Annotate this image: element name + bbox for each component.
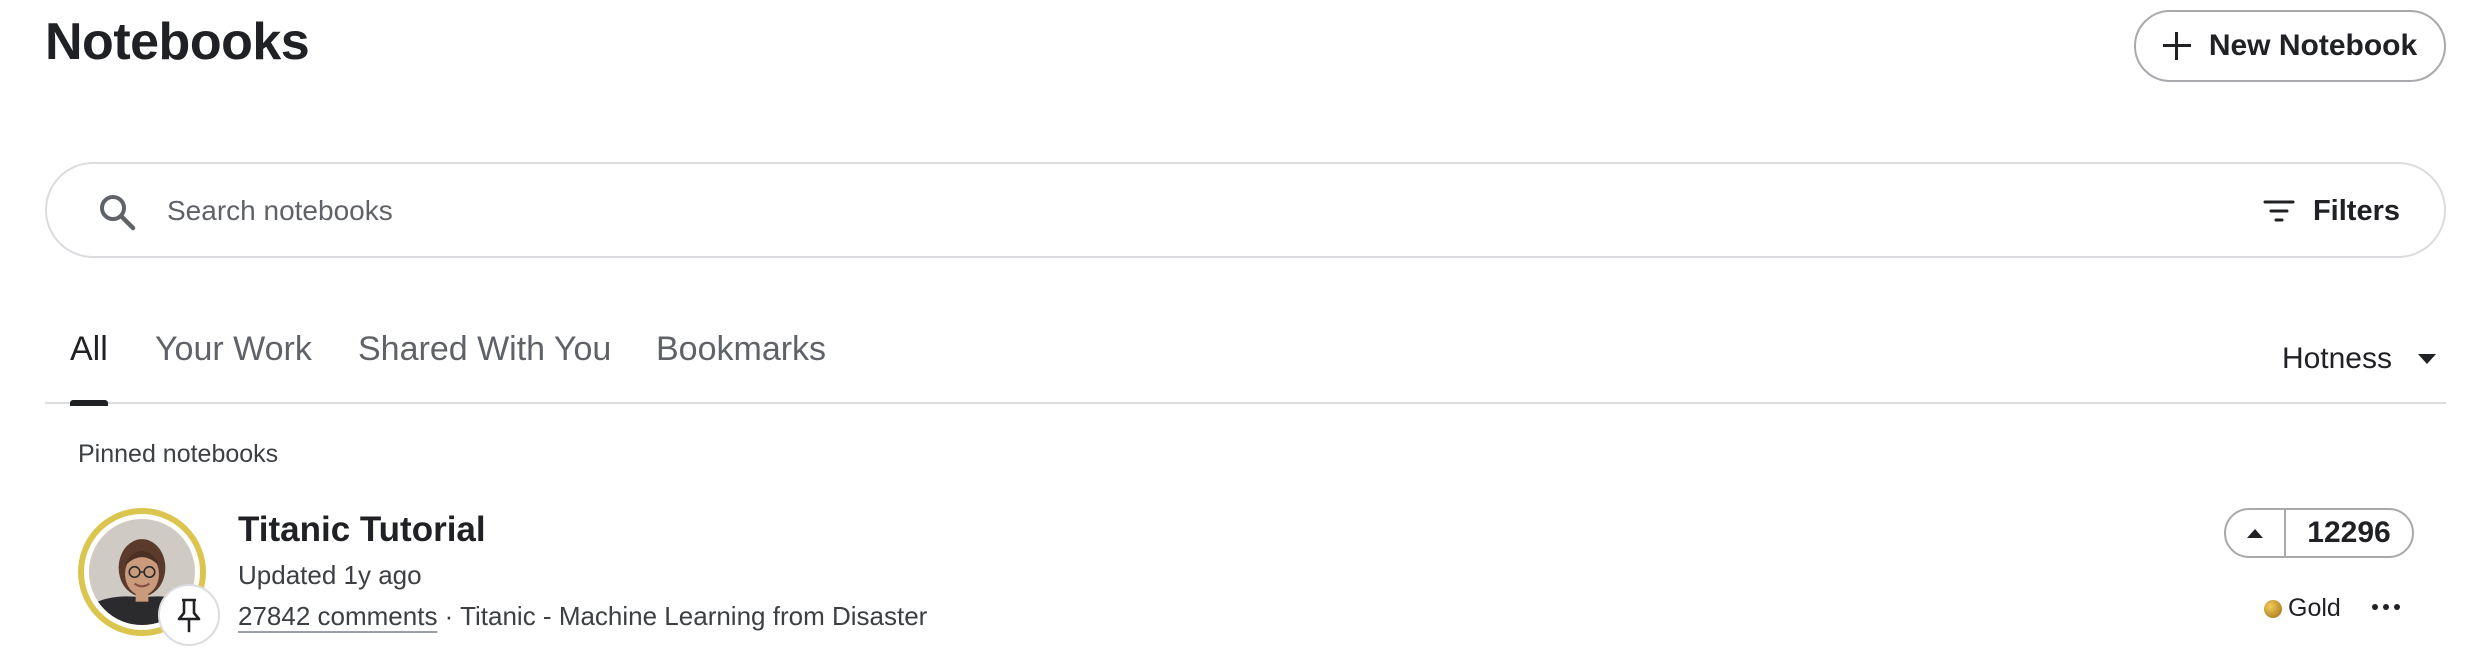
competition-link[interactable]: Titanic - Machine Learning from Disaster	[460, 601, 927, 631]
search-input[interactable]	[167, 184, 1867, 238]
notebook-title-link[interactable]: Titanic Tutorial	[238, 510, 486, 550]
new-notebook-label: New Notebook	[2208, 29, 2418, 62]
notebook-meta: 27842 comments · Titanic - Machine Learn…	[238, 601, 927, 632]
caret-down-icon	[2418, 354, 2436, 364]
meta-separator: ·	[437, 601, 461, 631]
filters-button[interactable]: Filters	[2263, 186, 2400, 236]
new-notebook-button[interactable]: New Notebook	[2134, 10, 2446, 82]
upvote-button[interactable]	[2226, 510, 2286, 556]
pin-icon	[177, 598, 201, 633]
comments-link[interactable]: 27842 comments	[238, 601, 437, 631]
upvote-caret-icon	[2247, 528, 2263, 538]
search-bar: Filters	[45, 162, 2446, 258]
vote-count[interactable]: 12296	[2286, 510, 2412, 556]
notebook-updated: Updated 1y ago	[238, 560, 422, 590]
medal-label: Gold	[2288, 594, 2341, 622]
unpin-button[interactable]	[158, 584, 220, 646]
tab-bookmarks[interactable]: Bookmarks	[656, 330, 826, 404]
search-icon	[100, 195, 136, 231]
tab-shared-with-you[interactable]: Shared With You	[358, 330, 611, 404]
tab-bar: All Your Work Shared With You Bookmarks …	[45, 330, 2446, 406]
tab-label: All	[70, 330, 108, 368]
tab-label: Bookmarks	[656, 330, 827, 368]
plus-icon	[2162, 32, 2191, 60]
filters-label: Filters	[2312, 194, 2400, 227]
pinned-section-label: Pinned notebooks	[78, 440, 279, 468]
gold-medal-icon	[2264, 599, 2282, 618]
page-title: Notebooks	[45, 13, 310, 71]
more-options-button[interactable]	[2366, 592, 2406, 622]
filter-icon	[2263, 200, 2295, 222]
active-tab-indicator	[70, 400, 108, 406]
more-dot	[2383, 604, 2389, 610]
author-avatar[interactable]	[78, 508, 220, 646]
tab-all[interactable]: All	[70, 330, 108, 406]
tab-label: Shared With You	[358, 330, 612, 368]
sort-selected-value: Hotness	[2281, 342, 2392, 375]
tab-label: Your Work	[155, 330, 312, 368]
vote-widget: 12296	[2224, 508, 2414, 558]
tab-your-work[interactable]: Your Work	[155, 330, 312, 404]
more-dot	[2394, 604, 2400, 610]
more-horizontal-icon	[2372, 604, 2378, 610]
notebooks-page: Notebooks New Notebook Filters All Your …	[0, 0, 2468, 664]
sort-dropdown[interactable]: Hotness	[2282, 334, 2436, 384]
medal-badge: Gold	[2264, 594, 2341, 623]
